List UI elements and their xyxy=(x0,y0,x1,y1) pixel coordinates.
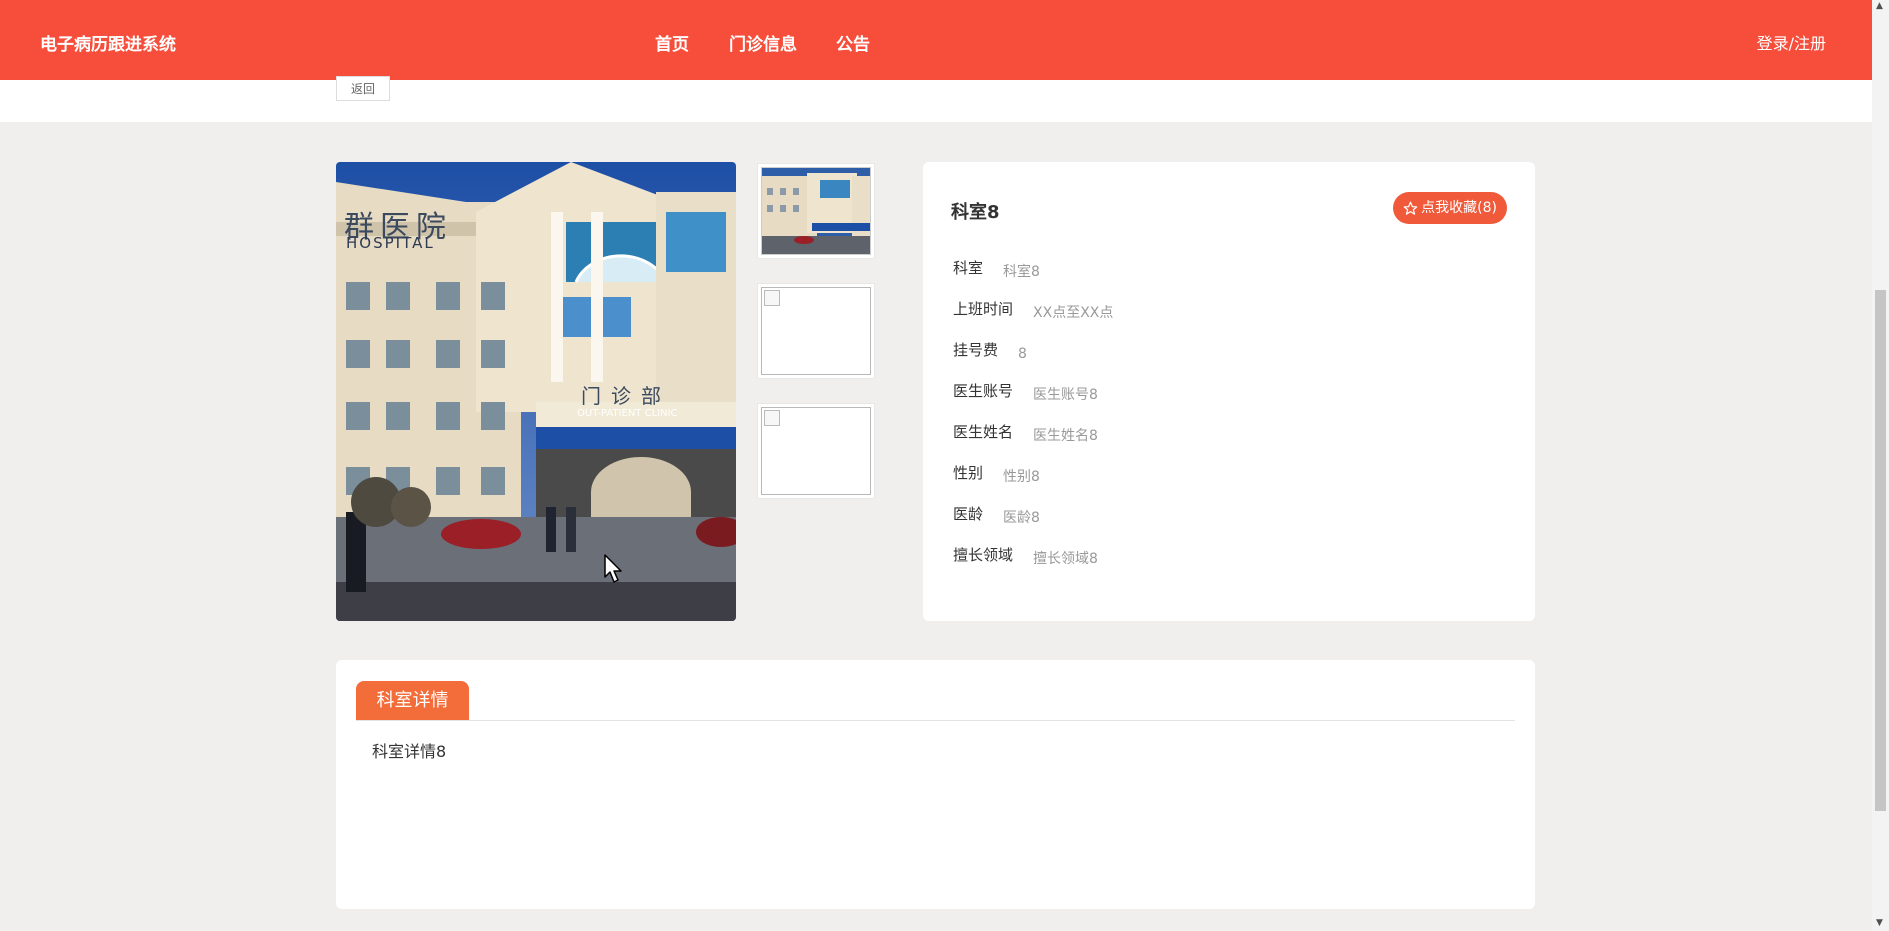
favorite-button[interactable]: 点我收藏(8) xyxy=(1393,192,1507,224)
field-label: 上班时间 xyxy=(953,300,1014,318)
login-register-link[interactable]: 登录/注册 xyxy=(1757,30,1826,54)
toolbar-strip xyxy=(0,80,1872,122)
image-sign-text: HOSPITAL xyxy=(346,234,435,252)
nav-item-outpatient-info[interactable]: 门诊信息 xyxy=(729,30,797,55)
star-outline-icon xyxy=(1403,201,1418,215)
scrollbar-thumb[interactable] xyxy=(1875,290,1886,811)
image-sign-text: OUT-PATIENT CLINIC xyxy=(577,408,678,419)
field-label: 医生账号 xyxy=(953,382,1014,400)
field-label: 医生姓名 xyxy=(953,423,1014,441)
thumbnail-image xyxy=(761,287,871,375)
image-sign-text: 门诊部 xyxy=(581,384,671,408)
field-value: 医生姓名8 xyxy=(1033,428,1098,444)
field-value: 医龄8 xyxy=(1003,510,1040,526)
info-row-doctor-account: 医生账号 医生账号8 xyxy=(953,380,1098,403)
info-row-specialty: 擅长领域 擅长领域8 xyxy=(953,544,1098,567)
field-value: 擅长领域8 xyxy=(1033,551,1098,567)
field-label: 擅长领域 xyxy=(953,546,1014,564)
field-label: 挂号费 xyxy=(953,341,999,359)
field-value: 医生账号8 xyxy=(1033,387,1098,403)
thumbnail-image xyxy=(761,407,871,495)
thumbnail-1[interactable] xyxy=(757,163,875,259)
field-label: 性别 xyxy=(953,464,984,482)
info-row-registration-fee: 挂号费 8 xyxy=(953,339,1027,362)
info-row-work-hours: 上班时间 XX点至XX点 xyxy=(953,298,1114,321)
field-value: 8 xyxy=(1018,346,1027,362)
info-row-gender: 性别 性别8 xyxy=(953,462,1040,485)
info-row-department: 科室 科室8 xyxy=(953,257,1040,280)
main-department-image: 群医院 HOSPITAL 门诊部 OUT-PATIENT CLINIC xyxy=(336,162,736,621)
nav-item-announcements[interactable]: 公告 xyxy=(836,30,870,55)
field-value: 科室8 xyxy=(1003,264,1040,280)
department-title: 科室8 xyxy=(951,202,1000,223)
scroll-down-arrow-icon[interactable]: ▼ xyxy=(1876,919,1883,928)
info-row-years-practice: 医龄 医龄8 xyxy=(953,503,1040,526)
field-value: 性别8 xyxy=(1003,469,1040,485)
detail-content: 科室详情8 xyxy=(372,742,447,761)
department-detail-card: 科室详情 科室详情8 xyxy=(336,660,1535,909)
field-value: XX点至XX点 xyxy=(1033,305,1114,321)
back-button[interactable]: 返回 xyxy=(336,76,390,101)
site-brand[interactable]: 电子病历跟进系统 xyxy=(40,30,176,55)
field-label: 医龄 xyxy=(953,505,984,523)
mouse-cursor-icon xyxy=(604,554,622,583)
field-label: 科室 xyxy=(953,259,984,277)
thumbnail-image xyxy=(761,167,871,255)
tab-department-detail[interactable]: 科室详情 xyxy=(356,681,469,721)
broken-image-icon xyxy=(764,290,780,306)
broken-image-icon xyxy=(764,410,780,426)
info-row-doctor-name: 医生姓名 医生姓名8 xyxy=(953,421,1098,444)
department-info-card: 科室8 点我收藏(8) 科室 科室8 上班时间 XX点至XX点 挂号费 8 医生账号医… xyxy=(923,162,1535,621)
tab-divider xyxy=(356,720,1515,721)
favorite-label: 点我收藏(8) xyxy=(1421,200,1497,216)
scroll-up-arrow-icon[interactable]: ▲ xyxy=(1876,2,1883,11)
top-navigation-bar: 电子病历跟进系统 首页 门诊信息 公告 登录/注册 xyxy=(0,0,1872,80)
nav-item-home[interactable]: 首页 xyxy=(655,30,689,55)
thumbnail-2[interactable] xyxy=(757,283,875,379)
thumbnail-3[interactable] xyxy=(757,403,875,499)
